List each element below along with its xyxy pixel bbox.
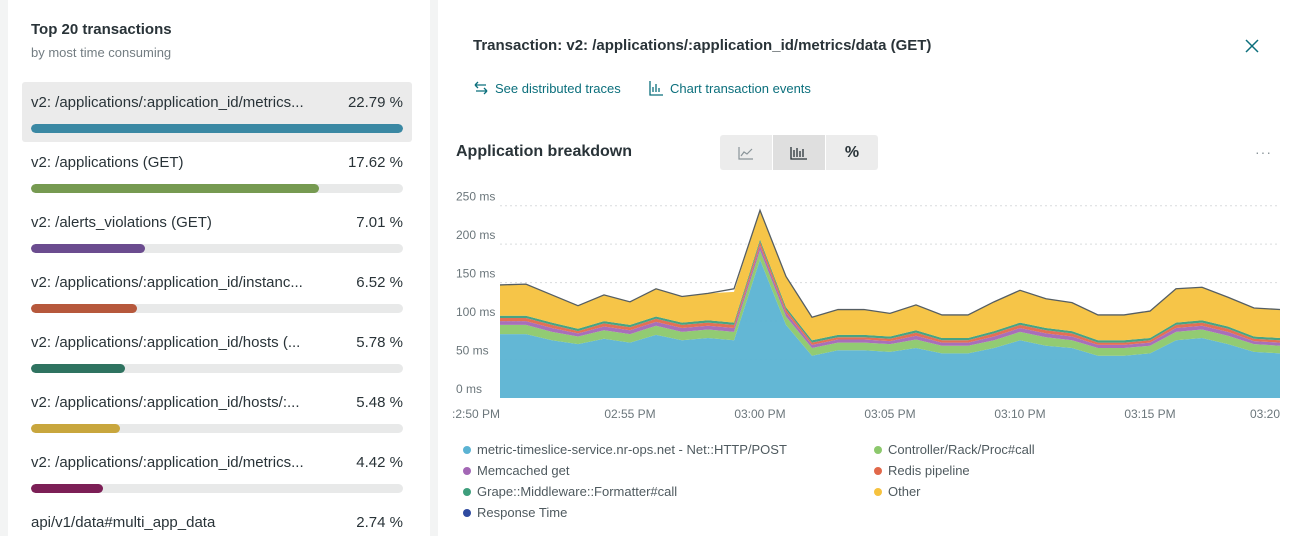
legend-label: Controller/Rack/Proc#call <box>888 442 1035 457</box>
transaction-bar-track <box>31 364 403 373</box>
chart-events-icon <box>649 81 663 96</box>
transaction-bar-fill <box>31 244 146 253</box>
legend-label: Memcached get <box>477 463 570 478</box>
transaction-percent: 22.79 % <box>347 94 403 111</box>
more-options-button[interactable]: ··· <box>1255 144 1272 160</box>
transaction-item[interactable]: v2: /applications (GET) 17.62 % <box>22 142 412 202</box>
transaction-item[interactable]: v2: /applications/:application_id/hosts … <box>22 322 412 382</box>
transaction-title: Transaction: v2: /applications/:applicat… <box>473 37 932 54</box>
transaction-item[interactable]: v2: /applications/:application_id/instan… <box>22 262 412 322</box>
y-tick-label: 100 ms <box>456 305 495 319</box>
transaction-bar-fill <box>31 184 319 193</box>
transaction-item[interactable]: api/v1/data#multi_app_data 2.74 % <box>22 502 412 536</box>
transaction-bar-track <box>31 424 403 433</box>
panel-title: Top 20 transactions <box>31 21 172 38</box>
transaction-bar-track <box>31 304 403 313</box>
y-tick-label: 150 ms <box>456 267 495 281</box>
transaction-detail-panel: Transaction: v2: /applications/:applicat… <box>438 0 1296 536</box>
legend-item[interactable]: Controller/Rack/Proc#call <box>874 442 1035 457</box>
x-tick-label: 02:55 PM <box>604 407 655 421</box>
percent-toggle[interactable]: % <box>826 135 878 170</box>
close-button[interactable] <box>1242 36 1262 56</box>
legend-swatch <box>463 508 471 517</box>
breakdown-chart: 0 ms 50 ms 100 ms 150 ms 200 ms 250 ms :2:50 P… <box>452 190 1280 421</box>
transaction-name: v2: /applications/:application_id/instan… <box>31 274 303 291</box>
area-series-5 <box>500 210 1280 341</box>
transaction-name: v2: /alerts_violations (GET) <box>31 214 212 231</box>
transaction-percent: 2.74 % <box>356 514 403 531</box>
transaction-bar-fill <box>31 304 138 313</box>
transaction-bar-fill <box>31 364 126 373</box>
transaction-percent: 5.78 % <box>356 334 403 351</box>
x-tick-label: 03:10 PM <box>994 407 1045 421</box>
breakdown-title: Application breakdown <box>456 143 633 160</box>
transaction-item[interactable]: v2: /alerts_violations (GET) 7.01 % <box>22 202 412 262</box>
legend-item[interactable]: Grape::Middleware::Formatter#call <box>463 484 677 499</box>
legend-swatch <box>874 445 882 454</box>
line-chart-icon <box>738 146 753 160</box>
transaction-bar-fill <box>31 484 104 493</box>
see-distributed-traces-label: See distributed traces <box>495 80 621 96</box>
transaction-name: v2: /applications (GET) <box>31 154 184 171</box>
bar-chart-icon <box>790 146 807 160</box>
transaction-percent: 5.48 % <box>356 394 403 411</box>
legend-swatch <box>874 466 882 475</box>
see-distributed-traces-link[interactable]: See distributed traces <box>473 80 621 96</box>
y-tick-label: 200 ms <box>456 228 495 242</box>
line-chart-toggle[interactable] <box>720 135 772 170</box>
distributed-traces-icon <box>474 81 488 95</box>
chart-transaction-events-label: Chart transaction events <box>670 80 811 96</box>
legend-item[interactable]: Redis pipeline <box>874 463 970 478</box>
chart-transaction-events-link[interactable]: Chart transaction events <box>648 80 811 96</box>
y-tick-label: 50 ms <box>456 344 489 358</box>
transaction-list: v2: /applications/:application_id/metric… <box>22 82 412 536</box>
legend-label: Redis pipeline <box>888 463 970 478</box>
top-transactions-panel: Top 20 transactions by most time consumi… <box>8 0 430 536</box>
legend-swatch <box>463 445 471 454</box>
transaction-name: v2: /applications/:application_id/metric… <box>31 454 304 471</box>
transaction-name: v2: /applications/:application_id/hosts … <box>31 334 301 351</box>
transaction-item[interactable]: v2: /applications/:application_id/metric… <box>22 442 412 502</box>
bar-chart-toggle[interactable] <box>773 135 825 170</box>
legend-label: metric-timeslice-service.nr-ops.net - Ne… <box>477 442 787 457</box>
y-tick-label: 250 ms <box>456 190 495 204</box>
transaction-bar-track <box>31 184 403 193</box>
transaction-percent: 17.62 % <box>347 154 403 171</box>
transaction-percent: 4.42 % <box>356 454 403 471</box>
transaction-percent: 6.52 % <box>356 274 403 291</box>
legend-swatch <box>874 487 882 496</box>
transaction-name: v2: /applications/:application_id/hosts/… <box>31 394 300 411</box>
transaction-item[interactable]: v2: /applications/:application_id/hosts/… <box>22 382 412 442</box>
y-tick-label: 0 ms <box>456 382 482 396</box>
close-icon <box>1245 39 1259 53</box>
x-tick-label: 03:15 PM <box>1124 407 1175 421</box>
x-tick-label: 03:00 PM <box>734 407 785 421</box>
legend-item[interactable]: metric-timeslice-service.nr-ops.net - Ne… <box>463 442 787 457</box>
transaction-item[interactable]: v2: /applications/:application_id/metric… <box>22 82 412 142</box>
panel-subtitle: by most time consuming <box>31 45 172 60</box>
transaction-percent: 7.01 % <box>356 214 403 231</box>
transaction-bar-track <box>31 124 403 133</box>
legend-item[interactable]: Other <box>874 484 921 499</box>
legend-swatch <box>463 487 471 496</box>
transaction-bar-fill <box>31 124 403 133</box>
transaction-name: v2: /applications/:application_id/metric… <box>31 94 304 111</box>
x-tick-label: 03:20 <box>1250 407 1280 421</box>
transaction-bar-track <box>31 244 403 253</box>
transaction-name: api/v1/data#multi_app_data <box>31 514 216 531</box>
legend-swatch <box>463 466 471 475</box>
x-tick-label: 03:05 PM <box>864 407 915 421</box>
x-tick-label: :2:50 PM <box>452 407 500 421</box>
legend-label: Other <box>888 484 921 499</box>
legend-item[interactable]: Memcached get <box>463 463 570 478</box>
legend-item[interactable]: Response Time <box>463 505 567 520</box>
legend-label: Response Time <box>477 505 568 520</box>
transaction-bar-fill <box>31 424 121 433</box>
transaction-bar-track <box>31 484 403 493</box>
legend-label: Grape::Middleware::Formatter#call <box>477 484 678 499</box>
